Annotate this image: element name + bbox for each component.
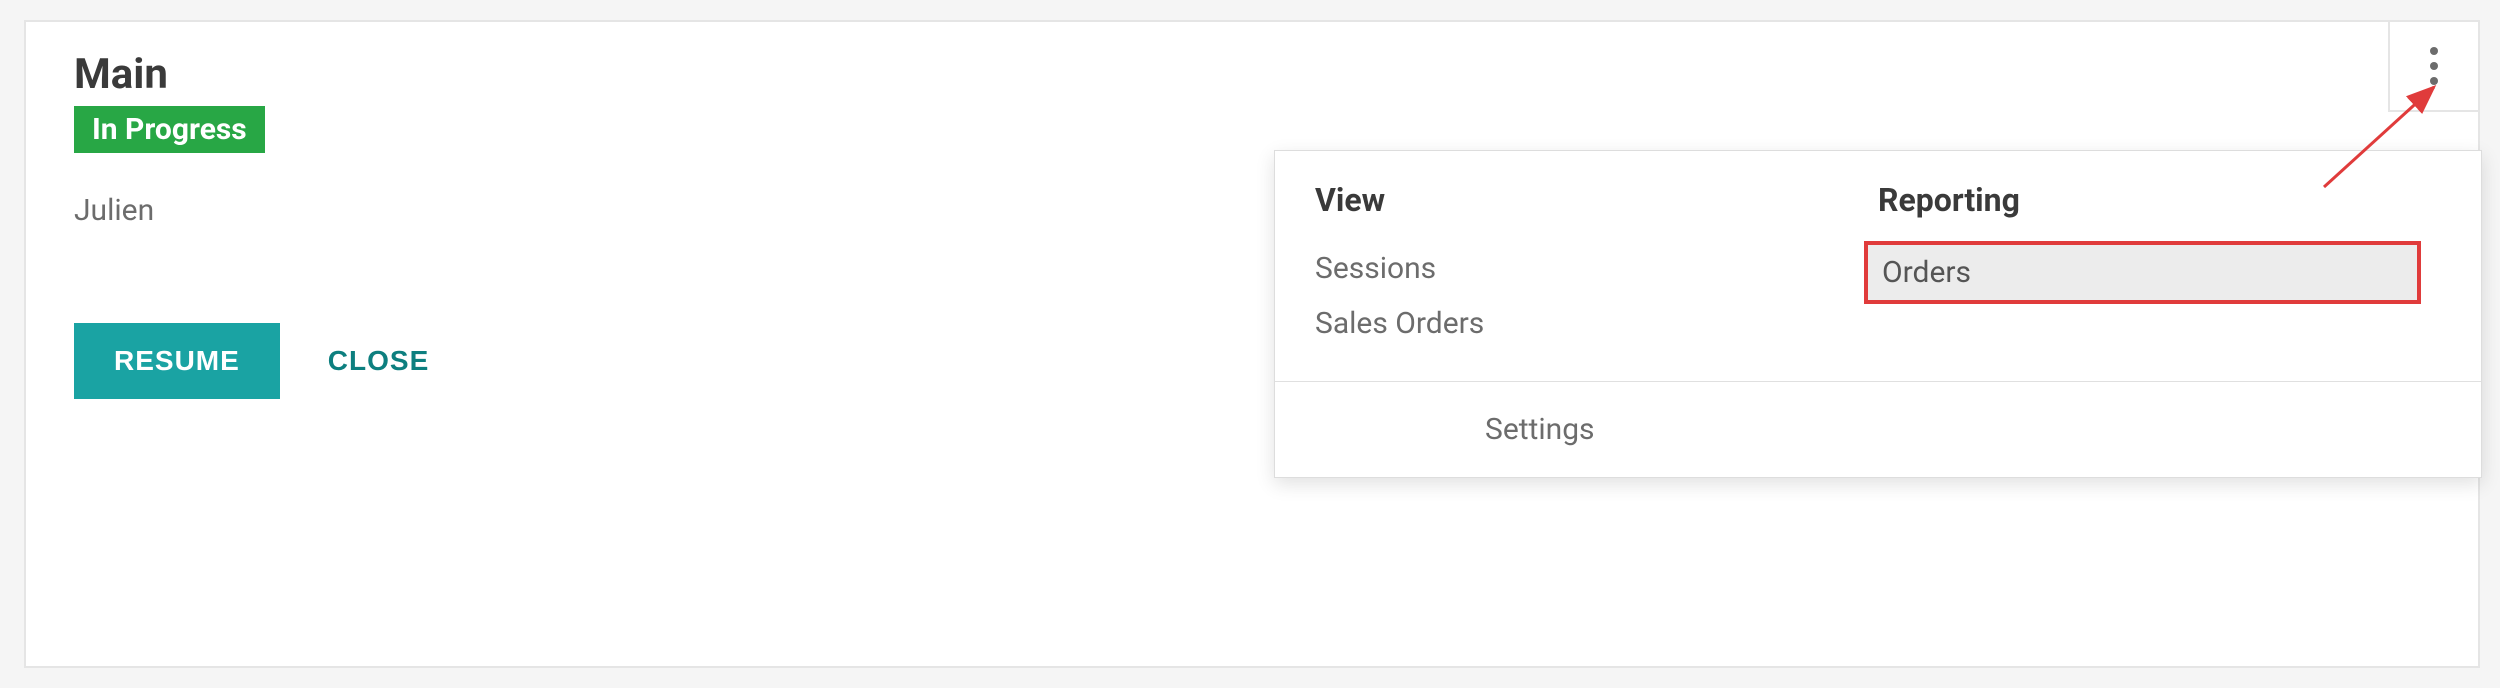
menu-item-sales-orders[interactable]: Sales Orders	[1301, 296, 1858, 351]
menu-item-orders[interactable]: Orders	[1864, 241, 2421, 304]
dropdown-footer: Settings	[1275, 381, 2481, 477]
status-badge: In Progress	[74, 106, 265, 153]
close-button[interactable]: CLOSE	[304, 323, 453, 399]
pos-card: Main In Progress Julien RESUME CLOSE Vie…	[24, 20, 2480, 668]
kebab-icon	[2430, 47, 2438, 85]
dropdown-menu: View Sessions Sales Orders Reporting Ord…	[1274, 150, 2482, 478]
resume-button[interactable]: RESUME	[74, 323, 280, 399]
kebab-menu-button[interactable]	[2388, 22, 2478, 112]
card-title: Main	[74, 52, 2430, 98]
menu-item-settings[interactable]: Settings	[1485, 412, 2441, 447]
dropdown-columns: View Sessions Sales Orders Reporting Ord…	[1275, 151, 2481, 381]
col-heading-reporting: Reporting	[1878, 181, 2441, 219]
col-heading-view: View	[1315, 181, 1878, 219]
dropdown-col-reporting: Reporting Orders	[1878, 181, 2441, 351]
menu-item-sessions[interactable]: Sessions	[1301, 241, 1858, 296]
dropdown-col-view: View Sessions Sales Orders	[1315, 181, 1878, 351]
